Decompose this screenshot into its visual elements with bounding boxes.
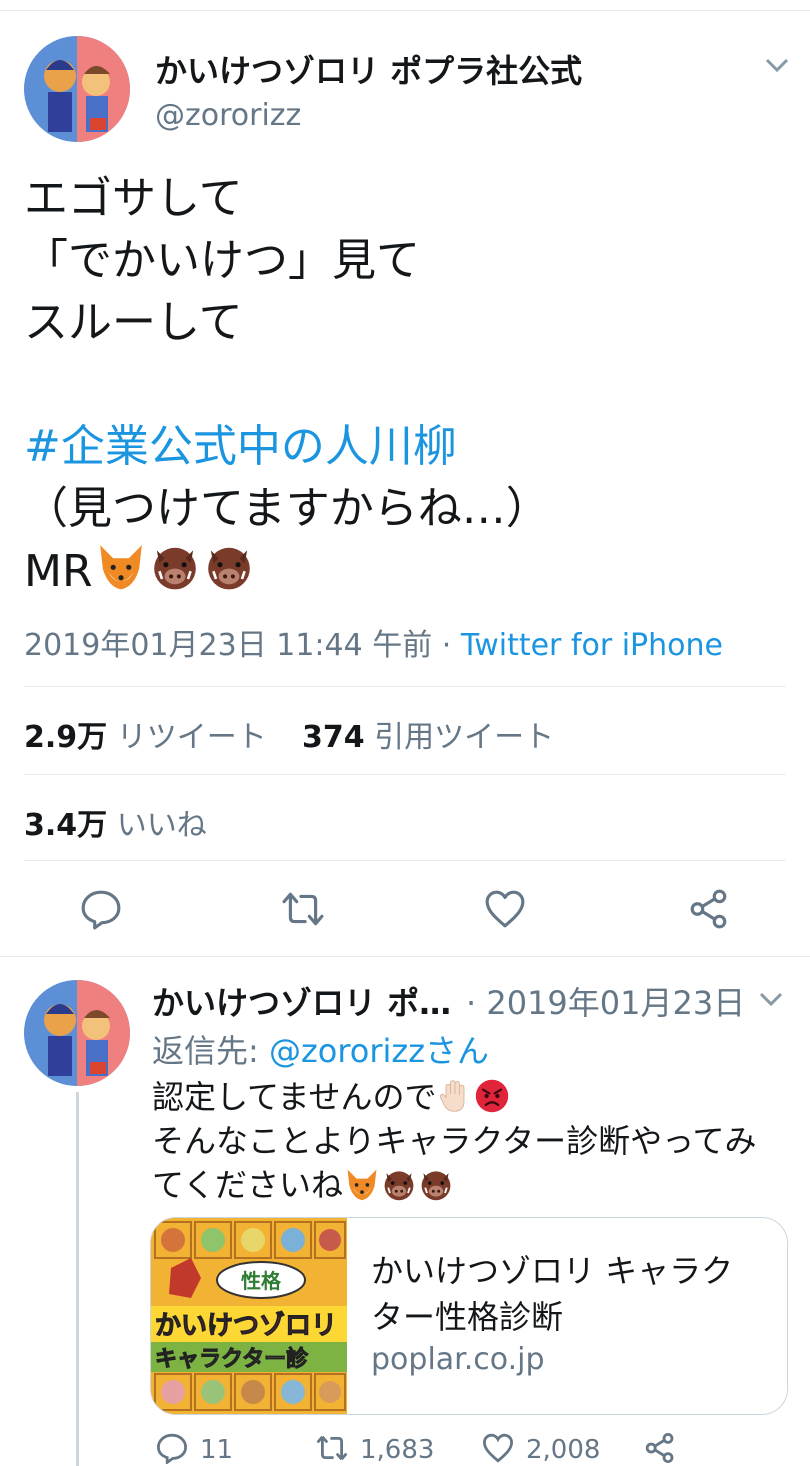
tweet-line: 「でかいけつ」見て — [24, 235, 420, 286]
reply-author-avatar[interactable] — [24, 980, 130, 1086]
divider — [0, 956, 810, 957]
signature-text: MR — [24, 546, 93, 597]
reply-retweets-action[interactable]: 1,683 — [316, 1432, 434, 1465]
reply-author-name[interactable]: かいけつゾロリ ポ… — [152, 978, 451, 1024]
hashtag-link[interactable]: #企業公式中の人川柳 — [24, 416, 550, 478]
tweet-timestamp[interactable]: 2019年01月23日 11:44 午前 — [24, 628, 432, 663]
tweet-signature-line: MR — [24, 540, 550, 603]
reply-line: 認定してませんので — [152, 1075, 756, 1119]
boar-emoji-icon — [203, 540, 255, 592]
card-title: かいけつゾロリ キャラク ター性格診断 — [371, 1248, 733, 1340]
divider — [24, 686, 786, 687]
reply-replies-action[interactable]: 11 — [156, 1432, 234, 1466]
angry-face-emoji-icon — [474, 1078, 510, 1114]
retweet-icon — [316, 1435, 348, 1461]
tweet-source-link[interactable]: Twitter for iPhone — [461, 628, 723, 663]
reply-date[interactable]: · 2019年01月23日 — [466, 978, 745, 1024]
reply-icon — [156, 1433, 188, 1466]
reply-to: 返信先: @zororizzさん — [152, 1026, 489, 1072]
reply-text: 認定してませんので そんなことよりキャラクター診断やってみ てくださいね — [152, 1075, 756, 1207]
tweet-text: エゴサして 「でかいけつ」見て スルーして #企業公式中の人川柳 （見つけてます… — [24, 168, 550, 603]
tweet-line: エゴサして — [24, 173, 243, 224]
quotes-label: 引用ツイート — [374, 720, 555, 755]
reply-share-action[interactable] — [644, 1432, 688, 1465]
tweet-line: （見つけてますからね…） — [24, 483, 550, 534]
quotes-count: 374 — [302, 720, 365, 755]
top-divider — [0, 10, 810, 11]
boar-emoji-icon — [418, 1166, 454, 1202]
card-image-title: かいけつゾロリ — [155, 1310, 337, 1341]
meta-separator: · — [432, 628, 461, 663]
card-title-line: ター性格診断 — [371, 1298, 564, 1336]
divider — [24, 774, 786, 775]
reply-icon[interactable] — [80, 888, 122, 930]
fox-face-emoji-icon — [344, 1166, 380, 1202]
chevron-down-icon[interactable] — [758, 990, 784, 1008]
like-icon — [482, 1433, 514, 1463]
share-icon — [645, 1433, 674, 1463]
likes-count: 3.4万 — [24, 808, 108, 843]
card-image: 性格 かいけつゾロリ キャラクター診 — [151, 1218, 347, 1414]
card-image-subtitle: キャラクター診 — [155, 1346, 309, 1372]
raised-hand-emoji-icon — [437, 1078, 473, 1114]
likes-stat[interactable]: 3.4万 いいね — [24, 800, 207, 844]
card-image-furigana: 性格 — [241, 1269, 282, 1293]
reply-to-handle-link[interactable]: @zororizzさん — [269, 1032, 489, 1070]
retweets-stat[interactable]: 2.9万 リツイート — [24, 712, 267, 756]
author-name[interactable]: かいけつゾロリ ポプラ社公式 — [155, 46, 582, 92]
reply-likes-action[interactable]: 2,008 — [482, 1432, 600, 1465]
likes-label: いいね — [116, 808, 207, 843]
boar-emoji-icon — [149, 540, 201, 592]
chevron-down-icon[interactable] — [764, 56, 790, 74]
fox-face-emoji-icon — [95, 540, 147, 592]
divider — [24, 860, 786, 861]
author-avatar[interactable] — [24, 36, 130, 142]
card-title-line: かいけつゾロリ キャラク — [371, 1252, 734, 1290]
reply-likes-count: 2,008 — [526, 1435, 601, 1465]
reply-line: てくださいね — [152, 1163, 756, 1207]
reply-retweets-count: 1,683 — [360, 1435, 435, 1465]
reply-to-label: 返信先: — [152, 1032, 269, 1070]
like-icon[interactable] — [484, 888, 526, 930]
retweets-label: リツイート — [116, 720, 267, 755]
card-domain: poplar.co.jp — [371, 1342, 545, 1377]
retweets-count: 2.9万 — [24, 720, 108, 755]
quotes-stat[interactable]: 374 引用ツイート — [302, 712, 554, 756]
reply-line: そんなことよりキャラクター診断やってみ — [152, 1122, 757, 1160]
author-handle[interactable]: @zororizz — [155, 98, 301, 133]
reply-line-text: てくださいね — [152, 1166, 344, 1204]
share-icon[interactable] — [688, 888, 730, 930]
thread-line — [76, 1092, 79, 1466]
boar-emoji-icon — [381, 1166, 417, 1202]
reply-replies-count: 11 — [200, 1435, 234, 1465]
tweet-meta: 2019年01月23日 11:44 午前 · Twitter for iPhon… — [24, 620, 723, 664]
retweet-icon[interactable] — [282, 888, 324, 930]
reply-line-text: 認定してませんので — [152, 1078, 437, 1116]
link-preview-card[interactable]: 性格 かいけつゾロリ キャラクター診 かいけつゾロリ キャラク ター性格診断 p… — [150, 1217, 788, 1415]
tweet-line: スルーして — [24, 297, 243, 348]
